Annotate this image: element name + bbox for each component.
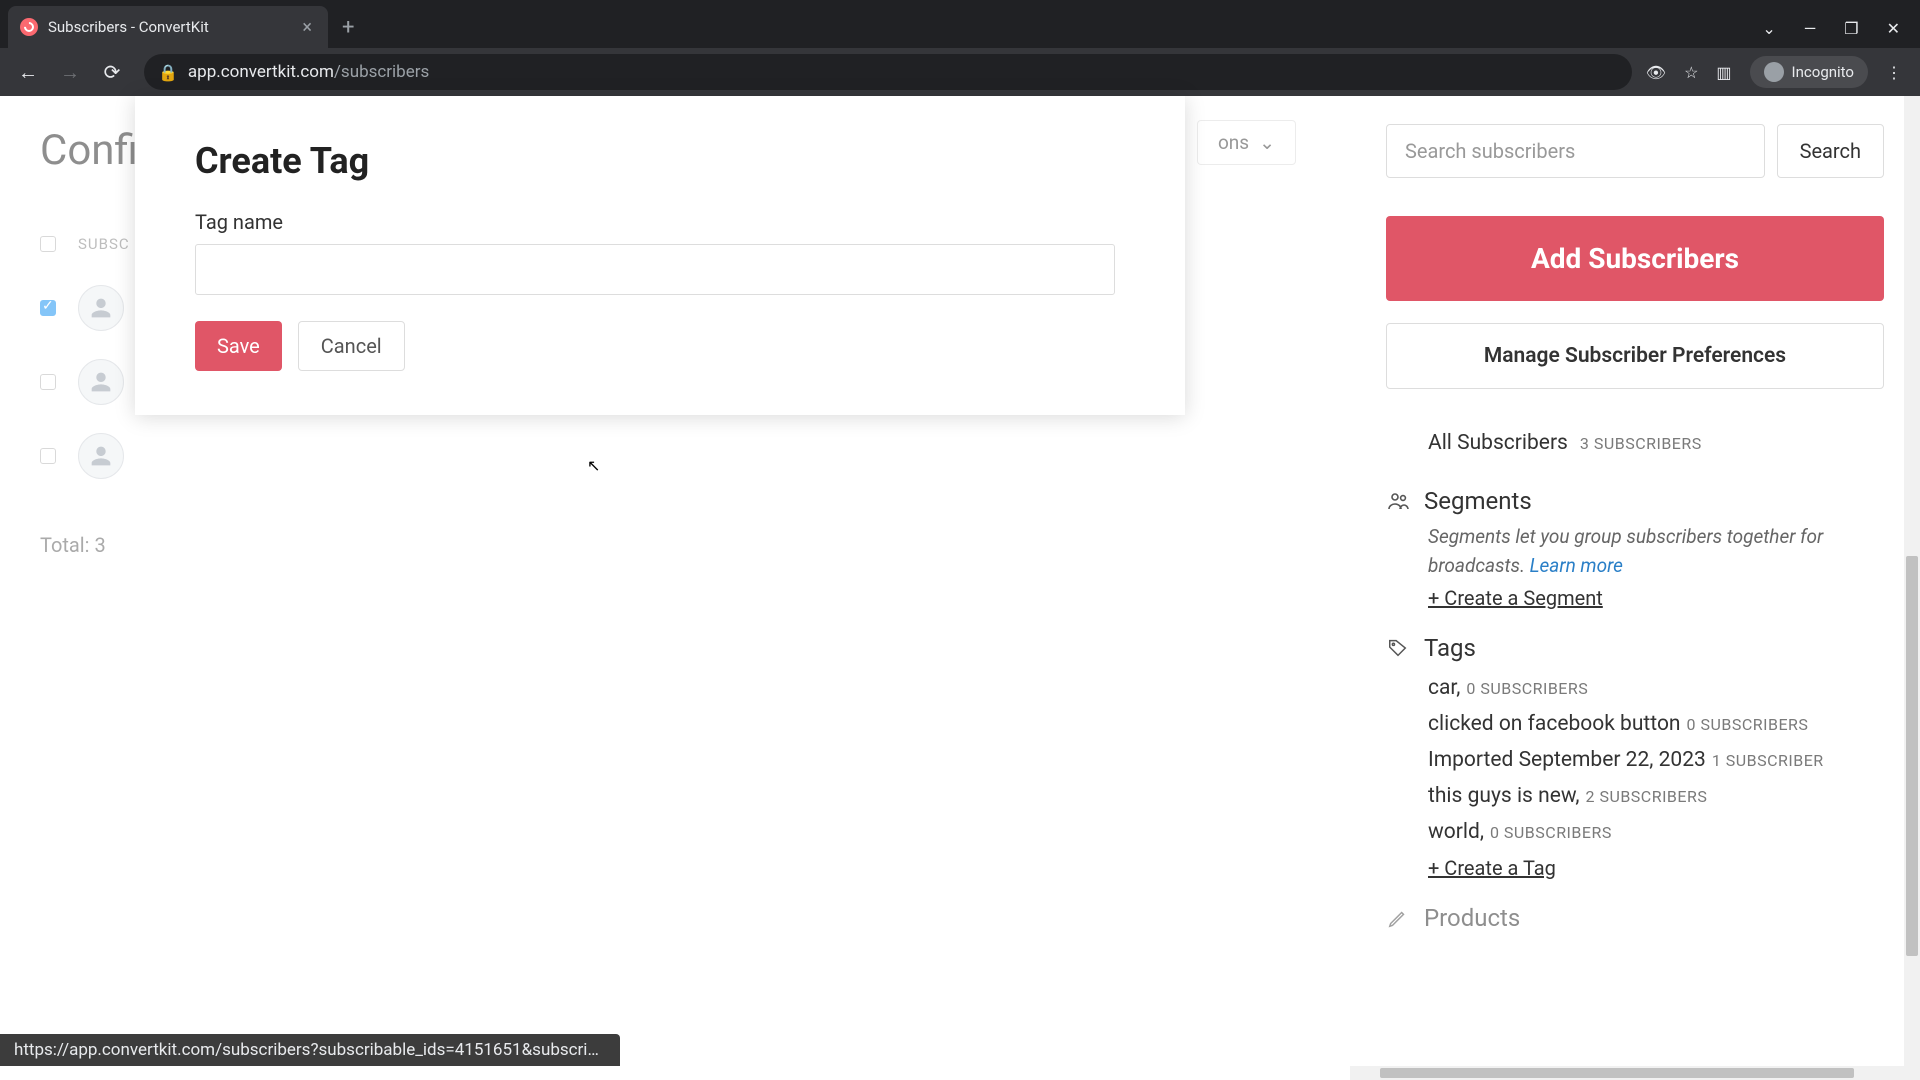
kebab-menu-icon[interactable]: ⋮ xyxy=(1886,63,1902,82)
avatar xyxy=(78,285,124,331)
table-row[interactable] xyxy=(40,419,1310,493)
segments-desc: Segments let you group subscribers toget… xyxy=(1386,523,1884,580)
bulk-actions-label: ons xyxy=(1218,131,1249,154)
incognito-badge: Incognito xyxy=(1750,56,1868,88)
col-subscriber-label: SUBSC xyxy=(78,235,130,253)
tracking-blocked-icon[interactable]: 👁 xyxy=(1646,63,1666,82)
learn-more-link[interactable]: Learn more xyxy=(1530,554,1623,577)
total-count: Total: 3 xyxy=(40,533,1310,557)
filter-all-subscribers[interactable]: All Subscribers 3 SUBSCRIBERS xyxy=(1386,423,1884,463)
select-all-checkbox[interactable] xyxy=(40,236,56,252)
lock-icon: 🔒 xyxy=(158,63,178,82)
tag-name-label: Tag name xyxy=(195,210,1125,234)
create-tag-modal: Create Tag Tag name Save Cancel xyxy=(135,96,1185,415)
products-heading: Products xyxy=(1386,904,1884,932)
filter-label: All Subscribers xyxy=(1428,431,1568,455)
window-minimize-icon[interactable]: — xyxy=(1804,19,1817,38)
products-label: Products xyxy=(1424,904,1520,932)
browser-tab-strip: Subscribers - ConvertKit × + ⌄ — ❐ ✕ xyxy=(0,0,1920,48)
row-checkbox[interactable] xyxy=(40,374,56,390)
cancel-button[interactable]: Cancel xyxy=(298,321,405,371)
url-bar[interactable]: 🔒 app.convertkit.com/subscribers xyxy=(144,54,1632,90)
new-tab-button[interactable]: + xyxy=(328,6,368,48)
tag-item[interactable]: clicked on facebook button 0 SUBSCRIBERS xyxy=(1386,706,1884,742)
tab-close-icon[interactable]: × xyxy=(298,17,316,38)
browser-tab[interactable]: Subscribers - ConvertKit × xyxy=(8,6,328,48)
people-icon xyxy=(1386,489,1410,513)
tag-icon xyxy=(1386,636,1410,660)
filter-meta: 3 SUBSCRIBERS xyxy=(1580,434,1702,453)
side-panel-icon[interactable]: ▥ xyxy=(1716,63,1731,82)
chevron-down-icon: ⌄ xyxy=(1259,131,1275,154)
tag-name: this guys is new, xyxy=(1428,784,1579,808)
tag-name: clicked on facebook button xyxy=(1428,712,1681,736)
tag-item[interactable]: world, 0 SUBSCRIBERS xyxy=(1386,814,1884,850)
window-controls: ⌄ — ❐ ✕ xyxy=(1762,19,1920,48)
tag-name: world, xyxy=(1428,820,1484,844)
tag-name: Imported September 22, 2023 xyxy=(1428,748,1706,772)
row-checkbox[interactable] xyxy=(40,448,56,464)
avatar xyxy=(78,433,124,479)
scrollbar-horizontal[interactable] xyxy=(1350,1066,1904,1080)
manage-preferences-button[interactable]: Manage Subscriber Preferences xyxy=(1386,323,1884,389)
tags-label: Tags xyxy=(1424,634,1476,662)
avatar xyxy=(78,359,124,405)
create-segment-link[interactable]: + Create a Segment xyxy=(1386,586,1603,610)
add-subscribers-button[interactable]: Add Subscribers xyxy=(1386,216,1884,301)
tag-meta: 0 SUBSCRIBERS xyxy=(1466,679,1588,698)
segments-label: Segments xyxy=(1424,487,1532,515)
incognito-icon xyxy=(1764,62,1784,82)
tag-meta: 1 SUBSCRIBER xyxy=(1712,751,1824,770)
tags-heading: Tags xyxy=(1386,634,1884,662)
bulk-actions-dropdown[interactable]: ons ⌄ xyxy=(1197,120,1296,165)
pen-icon xyxy=(1386,906,1410,930)
search-button[interactable]: Search xyxy=(1777,124,1884,178)
browser-toolbar: ← → ⟳ 🔒 app.convertkit.com/subscribers 👁… xyxy=(0,48,1920,96)
incognito-label: Incognito xyxy=(1792,63,1854,81)
status-bar: https://app.convertkit.com/subscribers?s… xyxy=(0,1034,620,1066)
segments-heading: Segments xyxy=(1386,487,1884,515)
modal-title: Create Tag xyxy=(195,140,1125,182)
tag-item[interactable]: Imported September 22, 2023 1 SUBSCRIBER xyxy=(1386,742,1884,778)
tag-meta: 0 SUBSCRIBERS xyxy=(1490,823,1612,842)
tag-name: car, xyxy=(1428,676,1460,700)
tag-item[interactable]: this guys is new, 2 SUBSCRIBERS xyxy=(1386,778,1884,814)
url-text: app.convertkit.com/subscribers xyxy=(188,62,429,82)
tab-search-icon[interactable]: ⌄ xyxy=(1762,19,1775,38)
tab-favicon xyxy=(20,18,38,36)
tag-meta: 0 SUBSCRIBERS xyxy=(1687,715,1809,734)
nav-reload-button[interactable]: ⟳ xyxy=(94,54,130,90)
right-sidebar: Search Add Subscribers Manage Subscriber… xyxy=(1350,96,1920,1080)
tab-title: Subscribers - ConvertKit xyxy=(48,18,288,36)
tag-meta: 2 SUBSCRIBERS xyxy=(1585,787,1707,806)
row-checkbox[interactable] xyxy=(40,300,56,316)
nav-forward-button[interactable]: → xyxy=(52,54,88,90)
nav-back-button[interactable]: ← xyxy=(10,54,46,90)
window-close-icon[interactable]: ✕ xyxy=(1887,19,1900,38)
save-button[interactable]: Save xyxy=(195,321,282,371)
tag-name-input[interactable] xyxy=(195,244,1115,295)
search-input[interactable] xyxy=(1386,124,1765,178)
window-maximize-icon[interactable]: ❐ xyxy=(1844,19,1858,38)
bookmark-icon[interactable]: ☆ xyxy=(1684,63,1698,82)
tag-item[interactable]: car, 0 SUBSCRIBERS xyxy=(1386,670,1884,706)
mouse-cursor: ↖ xyxy=(587,456,600,475)
scrollbar-vertical[interactable] xyxy=(1904,96,1920,1080)
create-tag-link[interactable]: + Create a Tag xyxy=(1386,856,1556,880)
